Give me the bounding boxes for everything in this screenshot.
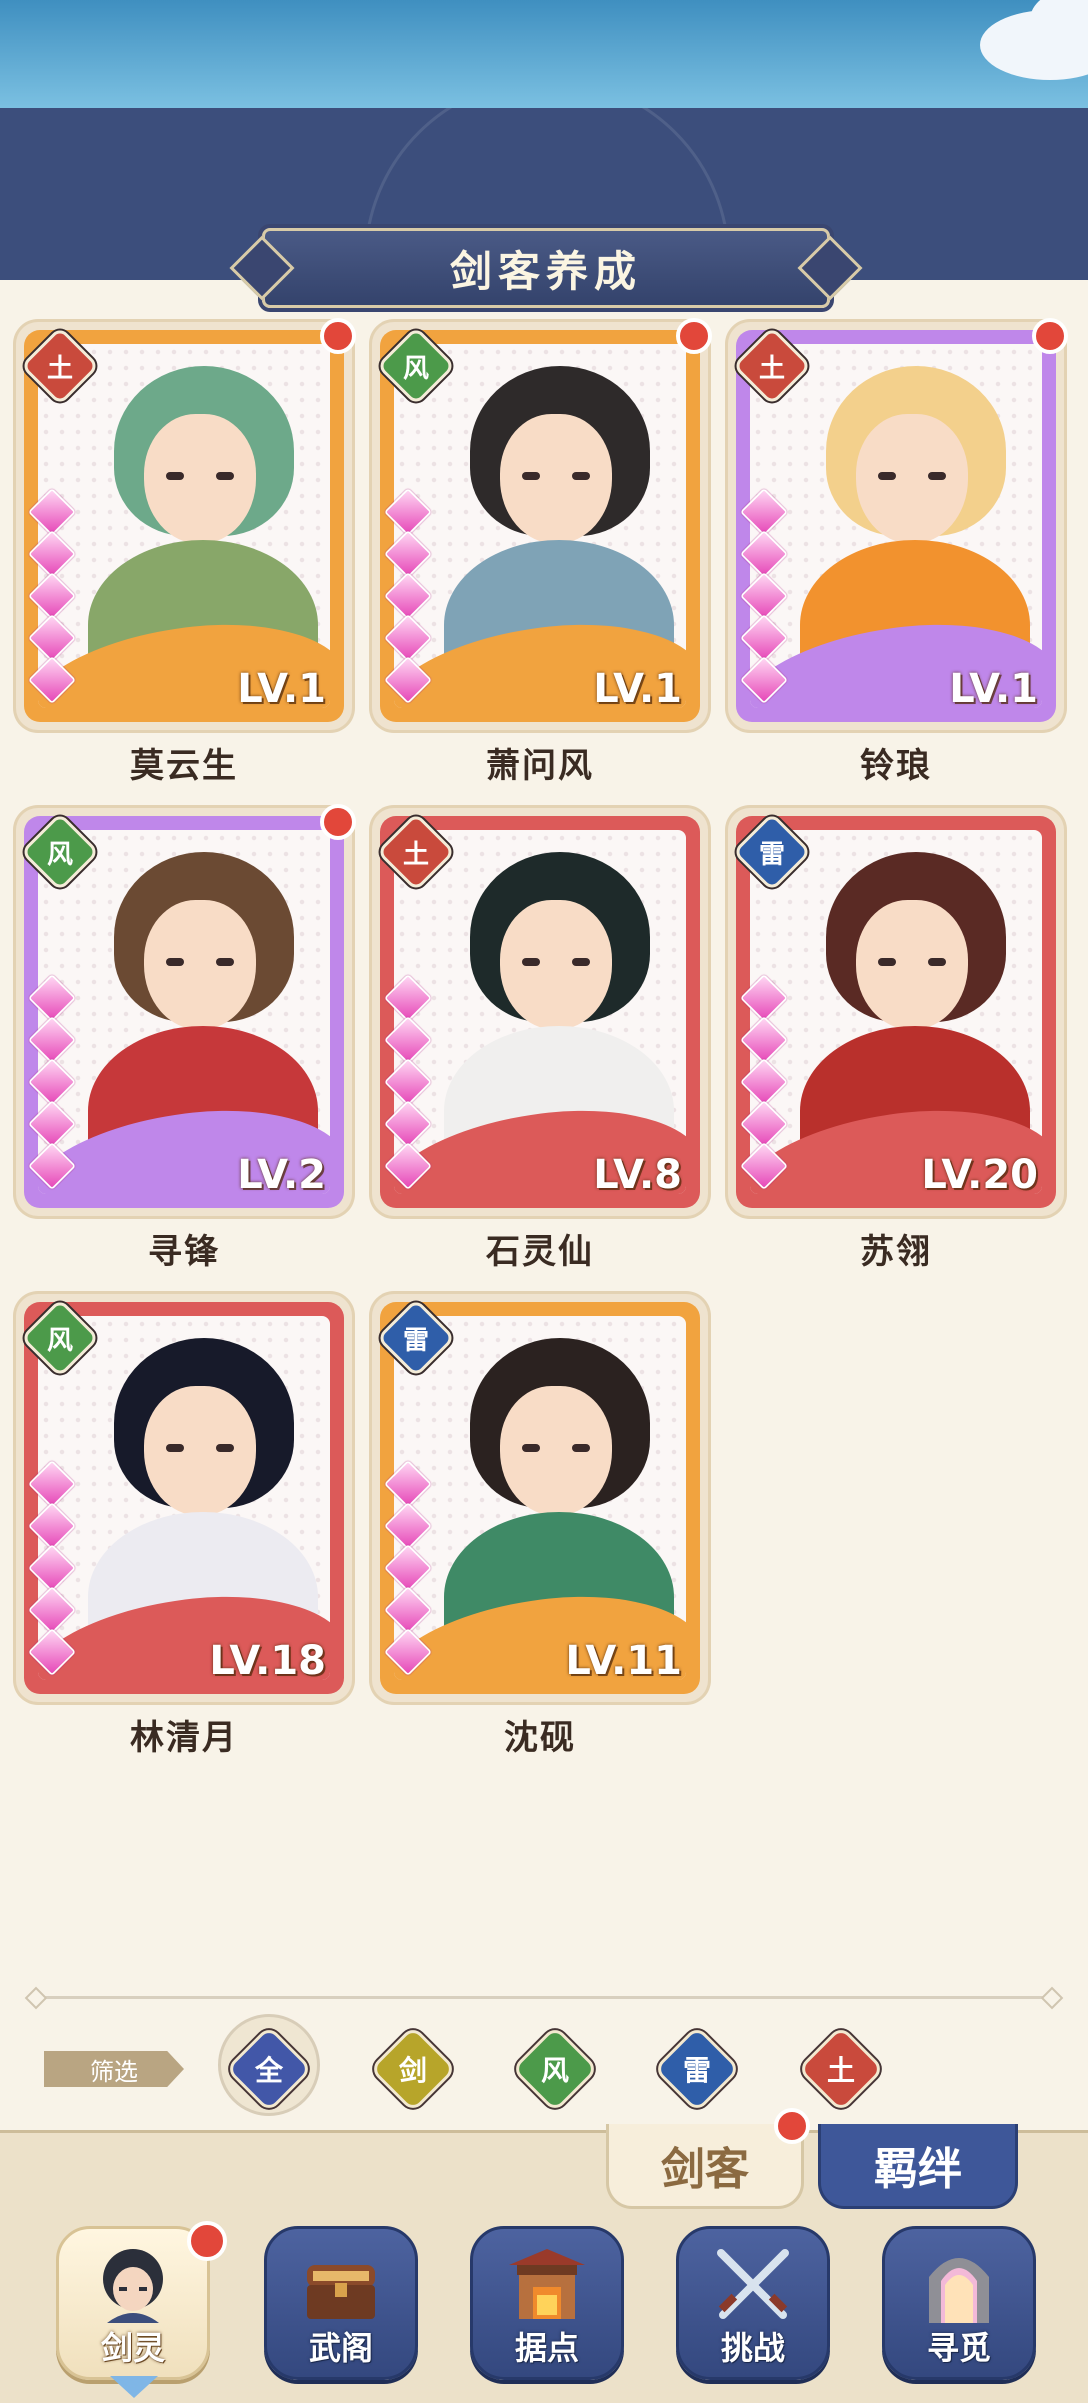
- star-gems: [382, 1459, 433, 1677]
- notification-dot: [1032, 318, 1068, 354]
- character-portrait: [394, 830, 686, 1194]
- notification-dot: [320, 804, 356, 840]
- star-gems: [382, 487, 433, 705]
- notification-dot: [320, 318, 356, 354]
- character-name: 莫云生: [130, 746, 238, 786]
- character-card-shilingxian[interactable]: 土 LV.8: [372, 808, 708, 1216]
- character-card-linqingyue[interactable]: 风 LV.18: [16, 1294, 352, 1702]
- portrait-face: [500, 1386, 612, 1516]
- character-name: 铃琅: [860, 746, 932, 786]
- character-portrait: [394, 1316, 686, 1680]
- portrait-face: [144, 414, 256, 544]
- star-gems: [26, 487, 77, 705]
- level-label: LV.2: [237, 1152, 326, 1198]
- level-label: LV.8: [593, 1152, 682, 1198]
- stone-portal-icon: [929, 2258, 989, 2323]
- portrait-face: [144, 1386, 256, 1516]
- star-gems: [382, 973, 433, 1191]
- character-portrait: [750, 830, 1042, 1194]
- active-indicator: [110, 2376, 158, 2398]
- character-portrait: [38, 344, 330, 708]
- nav-wuge[interactable]: 武阁: [264, 2226, 418, 2380]
- nav-label: 剑灵: [100, 2329, 165, 2367]
- notification-dot: [676, 318, 712, 354]
- character-card-linglang[interactable]: 土 LV.1: [728, 318, 1068, 730]
- character-card-moyunsheng[interactable]: 土 LV.1: [16, 318, 356, 730]
- notification-dot: [187, 2221, 227, 2261]
- portrait-face: [500, 414, 612, 544]
- level-label: LV.11: [565, 1638, 682, 1684]
- portrait-face: [856, 414, 968, 544]
- level-label: LV.20: [921, 1152, 1038, 1198]
- crossed-swords-icon: [717, 2249, 789, 2319]
- stronghold-building-icon: [509, 2249, 585, 2319]
- character-card-xunfeng[interactable]: 风 LV.2: [16, 804, 356, 1216]
- level-label: LV.18: [209, 1638, 326, 1684]
- sky-background: [0, 0, 1088, 110]
- character-name: 林清月: [130, 1718, 238, 1758]
- star-gems: [738, 487, 789, 705]
- nav-xunmi[interactable]: 寻觅: [882, 2226, 1036, 2380]
- level-label: LV.1: [593, 666, 682, 712]
- level-label: LV.1: [237, 666, 326, 712]
- swordsman-avatar-icon: [103, 2249, 163, 2323]
- character-name: 石灵仙: [486, 1232, 594, 1272]
- nav-tiaozhan[interactable]: 挑战: [676, 2226, 830, 2380]
- portrait-face: [500, 900, 612, 1030]
- star-gems: [26, 1459, 77, 1677]
- section-divider: [34, 1996, 1054, 1999]
- character-portrait: [394, 344, 686, 708]
- nav-label: 武阁: [308, 2329, 373, 2367]
- character-portrait: [38, 1316, 330, 1680]
- character-name: 寻锋: [148, 1232, 220, 1272]
- character-portrait: [38, 830, 330, 1194]
- star-gems: [26, 973, 77, 1191]
- treasure-chest-icon: [307, 2265, 375, 2319]
- tab-jianke[interactable]: 剑客: [606, 2124, 804, 2209]
- nav-label: 挑战: [720, 2329, 785, 2367]
- nav-jianling[interactable]: 剑灵: [56, 2221, 227, 2380]
- character-name: 苏翎: [860, 1232, 932, 1272]
- character-name: 沈砚: [504, 1718, 576, 1758]
- character-name: 萧问风: [486, 746, 594, 786]
- nav-label: 据点: [514, 2329, 579, 2367]
- character-portrait: [750, 344, 1042, 708]
- nav-label: 寻觅: [926, 2329, 991, 2367]
- character-card-xiaowenfeng[interactable]: 风 LV.1: [372, 318, 712, 730]
- tab-jiban[interactable]: 羁绊: [818, 2124, 1018, 2209]
- portrait-face: [144, 900, 256, 1030]
- portrait-face: [856, 900, 968, 1030]
- nav-judian[interactable]: 据点: [470, 2226, 624, 2380]
- character-card-suling[interactable]: 雷 LV.20: [728, 808, 1064, 1216]
- page-title: 剑客养成: [262, 228, 830, 308]
- notification-dot: [774, 2108, 810, 2144]
- filter-label: 筛选: [44, 2051, 184, 2087]
- level-label: LV.1: [949, 666, 1038, 712]
- character-card-shenyan[interactable]: 雷 LV.11: [372, 1294, 708, 1702]
- star-gems: [738, 973, 789, 1191]
